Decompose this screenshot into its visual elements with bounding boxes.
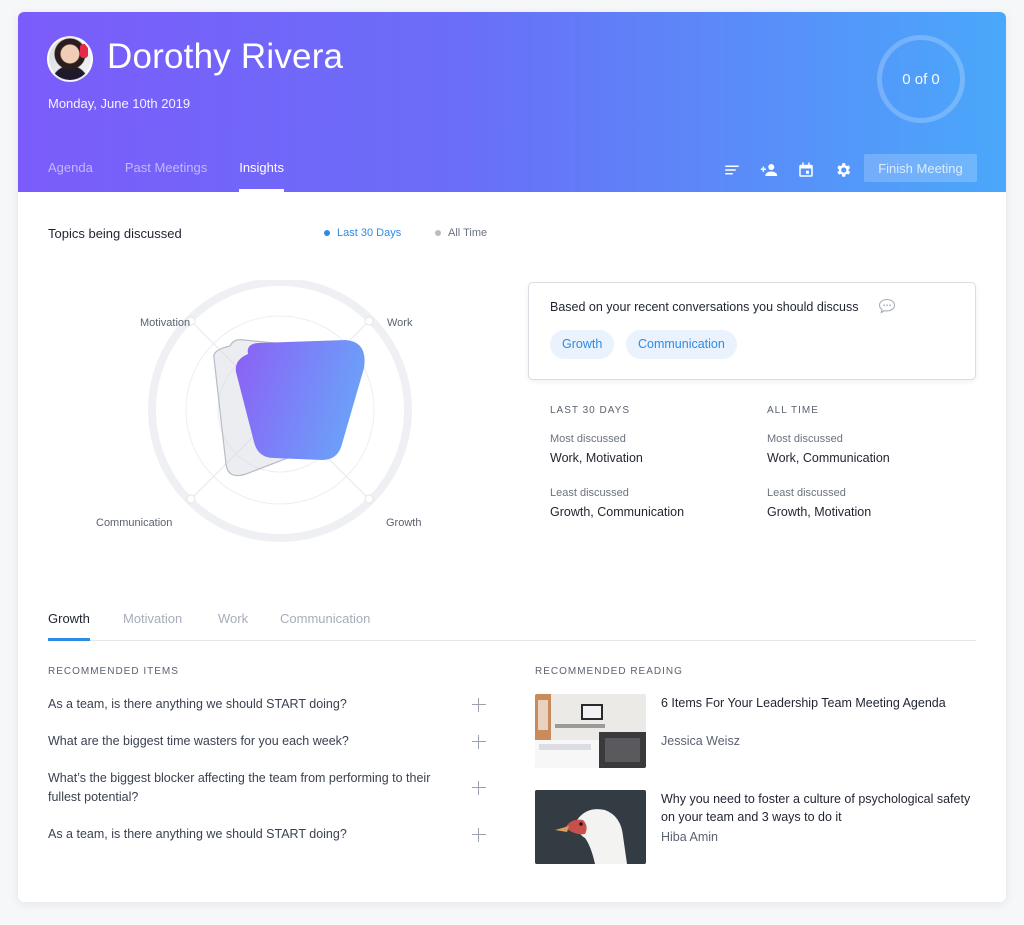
- range-label: All Time: [448, 227, 488, 239]
- meeting-header: Dorothy Rivera Monday, June 10th 2019 0 …: [18, 12, 1006, 192]
- progress-text: 0 of 0: [902, 70, 940, 88]
- reading-item[interactable]: Why you need to foster a culture of psyc…: [535, 790, 975, 864]
- list-item: What’s the biggest blocker affecting the…: [48, 769, 488, 807]
- range-dot: [435, 230, 441, 236]
- article-thumbnail[interactable]: [535, 694, 646, 768]
- article-thumbnail[interactable]: [535, 790, 646, 864]
- stats-heading: LAST 30 DAYS: [550, 405, 630, 416]
- radar-label-motivation: Motivation: [140, 317, 191, 329]
- list-item: As a team, is there anything we should S…: [48, 825, 488, 844]
- recommended-item-text: What are the biggest time wasters for yo…: [48, 734, 349, 748]
- plus-icon[interactable]: [472, 781, 486, 795]
- article-author: Hiba Amin: [661, 830, 718, 844]
- most-discussed-label: Most discussed: [767, 433, 843, 445]
- gear-icon[interactable]: [833, 160, 853, 180]
- avatar: [47, 36, 93, 82]
- add-person-icon[interactable]: [759, 160, 779, 180]
- article-title[interactable]: Why you need to foster a culture of psyc…: [661, 790, 971, 826]
- topic-tab-work[interactable]: Work: [218, 611, 248, 641]
- most-discussed-label: Most discussed: [550, 433, 626, 445]
- stats-last-30-days: LAST 30 DAYS Most discussed Work, Motiva…: [550, 405, 684, 519]
- plus-icon[interactable]: [472, 827, 486, 842]
- list-item: What are the biggest time wasters for yo…: [48, 732, 488, 751]
- least-discussed-label: Least discussed: [550, 487, 629, 499]
- topic-tab-growth[interactable]: Growth: [48, 611, 90, 641]
- finish-meeting-button[interactable]: Finish Meeting: [864, 154, 977, 182]
- recommended-items-heading: RECOMMENDED ITEMS: [48, 666, 179, 677]
- range-label: Last 30 Days: [337, 227, 402, 239]
- notes-icon[interactable]: [722, 160, 742, 180]
- topics-radar-chart: Motivation Work Growth Communication: [78, 278, 478, 560]
- radar-label-work: Work: [387, 317, 413, 329]
- meeting-tabs: Agenda Past Meetings Insights: [48, 152, 316, 192]
- header-toolbar: [722, 160, 870, 180]
- radar-label-growth: Growth: [386, 517, 422, 529]
- range-all-time[interactable]: All Time: [435, 227, 487, 239]
- radar-label-communication: Communication: [96, 517, 173, 529]
- chip-growth[interactable]: Growth: [550, 330, 615, 359]
- most-discussed-value: Work, Motivation: [550, 451, 643, 465]
- article-author: Jessica Weisz: [661, 734, 740, 748]
- stats-heading: ALL TIME: [767, 405, 819, 416]
- plus-icon[interactable]: [472, 734, 486, 749]
- tab-insights[interactable]: Insights: [239, 152, 284, 192]
- suggestion-box: Based on your recent conversations you s…: [528, 282, 976, 380]
- radar-axis-dot: [364, 316, 374, 326]
- topic-tabs: Growth Motivation Work Communication: [48, 609, 976, 641]
- topic-tab-communication[interactable]: Communication: [280, 611, 370, 641]
- recommended-item-text: As a team, is there anything we should S…: [48, 697, 347, 711]
- plus-icon[interactable]: [472, 697, 486, 712]
- topics-title: Topics being discussed: [48, 226, 182, 241]
- radar-axis-dot: [186, 494, 196, 504]
- least-discussed-value: Growth, Communication: [550, 505, 685, 519]
- most-discussed-value: Work, Communication: [767, 451, 890, 465]
- calendar-icon[interactable]: [796, 160, 816, 180]
- user-name: Dorothy Rivera: [107, 37, 344, 76]
- topic-tab-motivation[interactable]: Motivation: [123, 611, 182, 641]
- tab-agenda[interactable]: Agenda: [48, 152, 93, 192]
- list-item: As a team, is there anything we should S…: [48, 695, 488, 714]
- recommended-reading-heading: RECOMMENDED READING: [535, 666, 683, 677]
- radar-series-last-30-days: [235, 340, 365, 460]
- article-title[interactable]: 6 Items For Your Leadership Team Meeting…: [661, 694, 971, 712]
- stats-all-time: ALL TIME Most discussed Work, Communicat…: [767, 405, 890, 519]
- chip-communication[interactable]: Communication: [626, 330, 737, 359]
- chat-bubble-icon: [878, 298, 896, 314]
- range-dot: [324, 230, 330, 236]
- tab-past-meetings[interactable]: Past Meetings: [125, 152, 207, 192]
- recommended-item-text: What’s the biggest blocker affecting the…: [48, 771, 431, 804]
- suggestion-text: Based on your recent conversations you s…: [550, 300, 859, 314]
- meeting-card: Dorothy Rivera Monday, June 10th 2019 0 …: [18, 12, 1006, 902]
- radar-axis-dot: [364, 494, 374, 504]
- reading-item[interactable]: 6 Items For Your Leadership Team Meeting…: [535, 694, 975, 768]
- least-discussed-label: Least discussed: [767, 487, 846, 499]
- least-discussed-value: Growth, Motivation: [767, 505, 872, 519]
- progress-ring: 0 of 0: [877, 35, 965, 123]
- meeting-date: Monday, June 10th 2019: [48, 96, 191, 111]
- recommended-item-text: As a team, is there anything we should S…: [48, 827, 347, 841]
- range-last-30-days[interactable]: Last 30 Days: [324, 227, 401, 239]
